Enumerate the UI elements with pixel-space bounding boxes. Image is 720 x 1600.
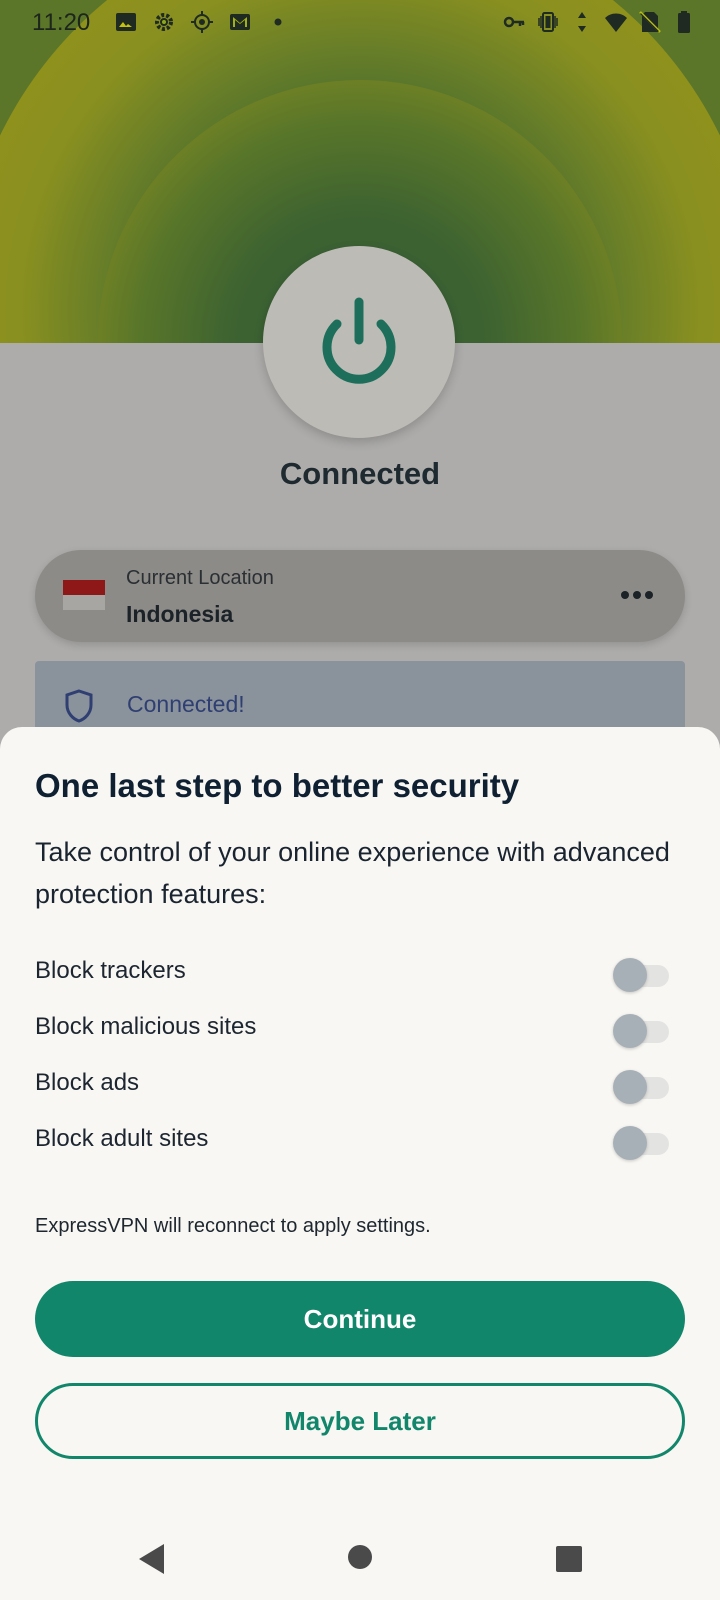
sheet-title: One last step to better security (35, 767, 520, 804)
sheet-intro: Take control of your online experience w… (35, 837, 670, 909)
reconnect-note: ExpressVPN will reconnect to apply setti… (35, 1215, 431, 1237)
recent-apps-icon[interactable] (555, 1545, 583, 1573)
more-options-icon[interactable] (619, 580, 655, 610)
wifi-icon (605, 13, 627, 32)
vibrate-icon (538, 12, 558, 32)
location-card[interactable]: Current Location Indonesia (35, 550, 685, 642)
block-malicious-sites-toggle[interactable] (613, 1011, 673, 1048)
block-trackers-toggle[interactable] (613, 955, 673, 992)
battery-icon (678, 11, 690, 33)
back-icon[interactable] (136, 1542, 166, 1576)
security-bottom-sheet: One last step to better security Take co… (0, 727, 720, 1600)
screen: 11:20 Connected Current Location Indones… (0, 0, 720, 1600)
image-icon (116, 13, 136, 31)
option-block-malicious-sites: Block malicious sites (35, 1007, 685, 1048)
continue-button[interactable]: Continue (35, 1281, 685, 1357)
dot-icon (274, 18, 282, 26)
no-sim-icon (639, 11, 661, 33)
location-caption: Current Location (126, 567, 274, 589)
option-label: Block ads (35, 1069, 140, 1096)
connection-status: Connected (279, 456, 441, 491)
option-label: Block trackers (35, 957, 186, 984)
block-ads-toggle[interactable] (613, 1067, 673, 1104)
data-arrows-icon (578, 12, 586, 32)
settings-icon (155, 13, 173, 31)
option-block-ads: Block ads (35, 1063, 685, 1104)
shield-icon (65, 689, 93, 723)
home-icon[interactable] (347, 1544, 373, 1570)
indonesia-flag-icon (63, 580, 105, 610)
status-icons-right (502, 10, 696, 34)
block-adult-sites-toggle[interactable] (613, 1123, 673, 1160)
power-button[interactable] (263, 246, 455, 438)
option-block-adult-sites: Block adult sites (35, 1119, 685, 1160)
vpn-key-icon (503, 16, 525, 28)
location-icon (191, 11, 213, 33)
status-time: 11:20 (32, 9, 91, 36)
option-label: Block adult sites (35, 1125, 209, 1152)
banner-text: Connected! (127, 691, 245, 717)
gmail-icon (230, 14, 250, 30)
option-label: Block malicious sites (35, 1013, 257, 1040)
maybe-later-button[interactable]: Maybe Later (35, 1383, 685, 1459)
power-icon (322, 297, 396, 384)
status-bar: 11:20 (0, 0, 720, 48)
location-value: Indonesia (126, 601, 234, 627)
option-block-trackers: Block trackers (35, 951, 685, 992)
system-nav-bar (0, 1512, 720, 1600)
status-icons-left (114, 10, 290, 34)
